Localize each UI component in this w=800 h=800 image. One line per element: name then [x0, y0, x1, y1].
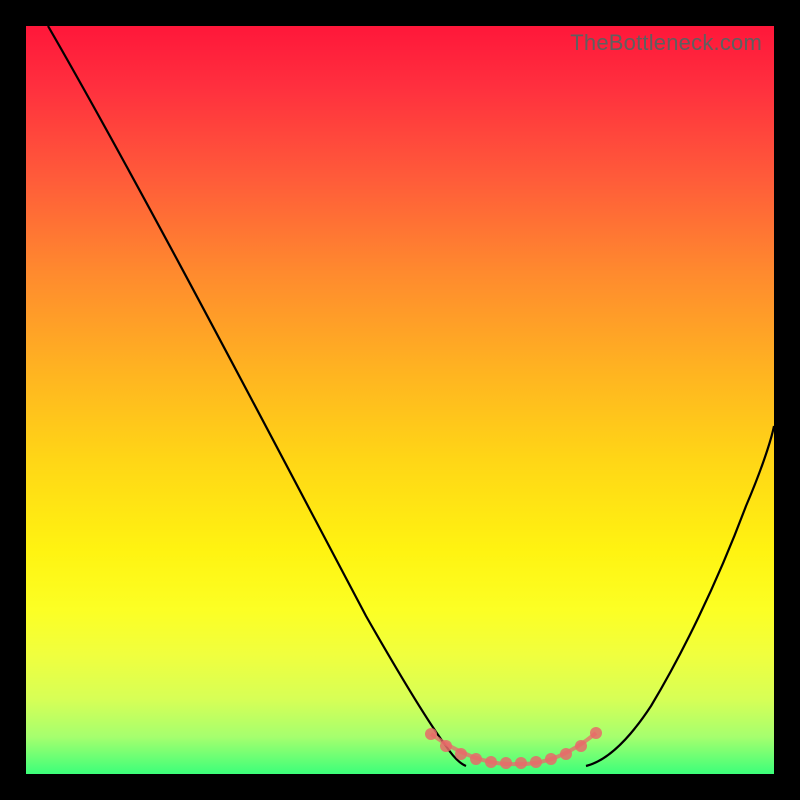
- plot-area: TheBottleneck.com: [26, 26, 774, 774]
- right-curve: [586, 426, 774, 766]
- left-curve: [48, 26, 466, 766]
- chart-svg: [26, 26, 774, 774]
- chart-stage: TheBottleneck.com: [0, 0, 800, 800]
